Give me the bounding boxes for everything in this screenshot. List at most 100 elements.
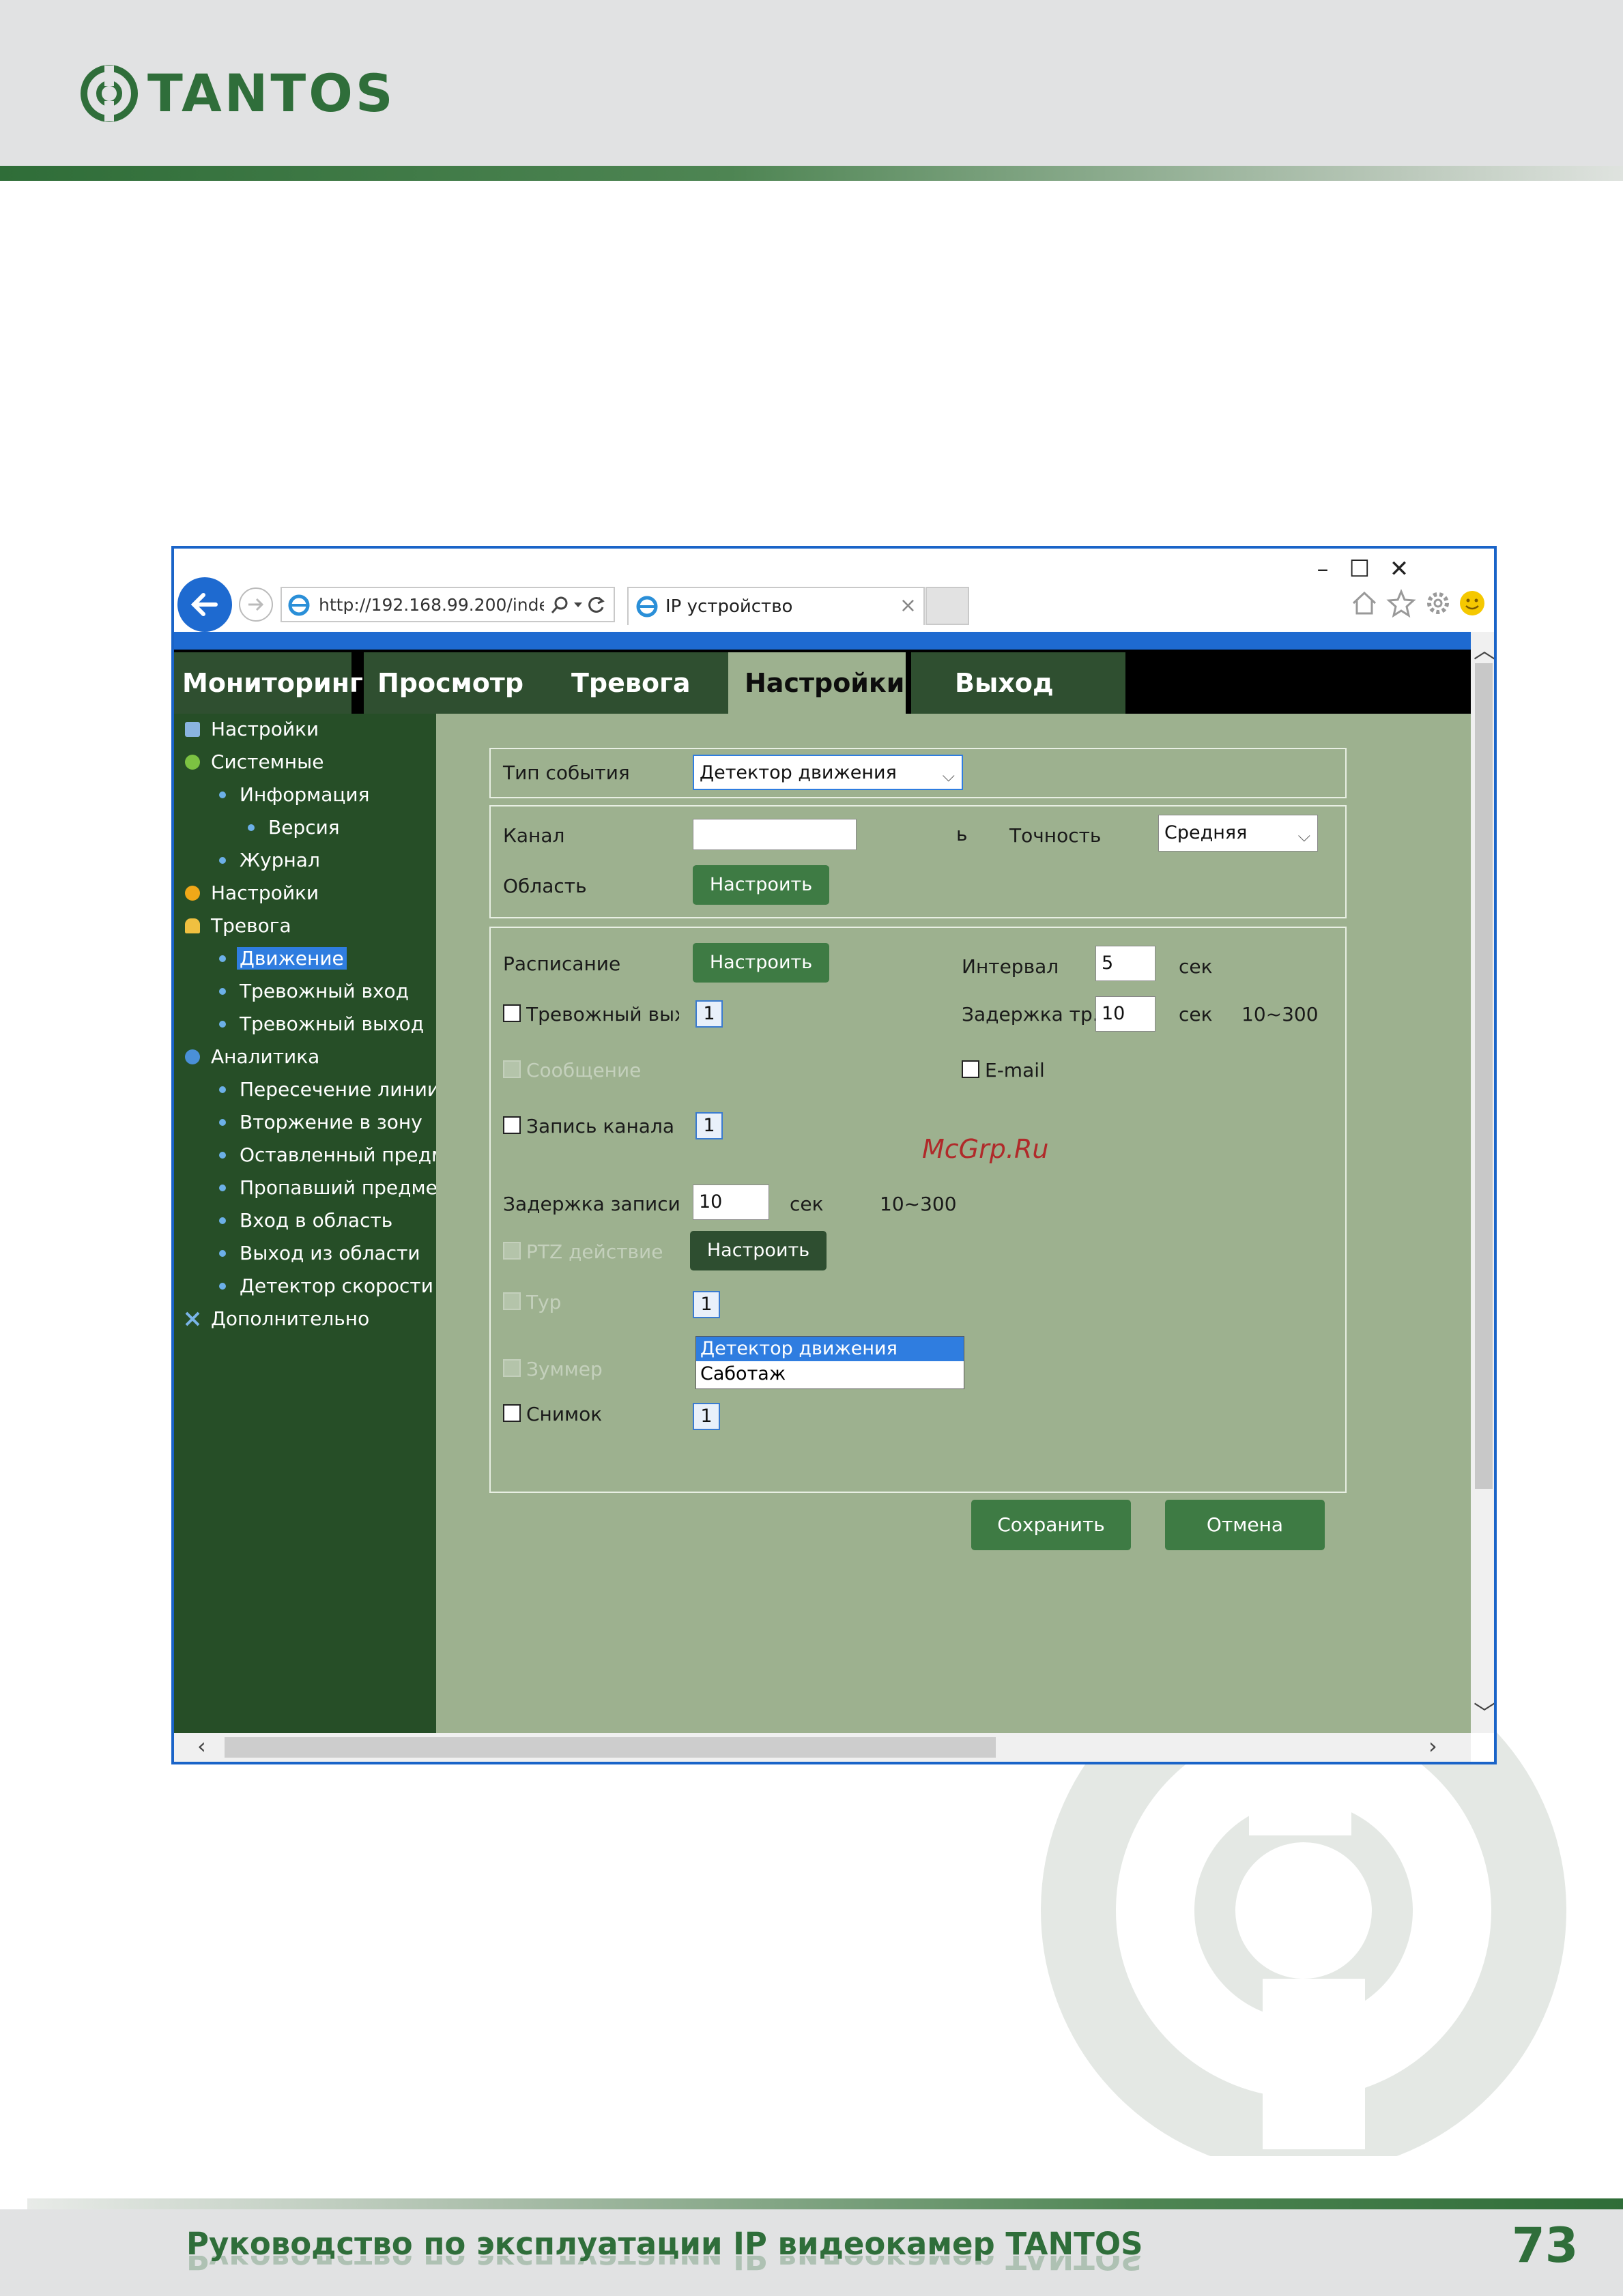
tour-label: Тур — [526, 1291, 562, 1313]
tab-alarm[interactable]: Тревога — [543, 652, 735, 714]
browser-tab[interactable]: IP устройство × — [627, 587, 925, 625]
record-channel-selector[interactable]: 1 — [695, 1112, 723, 1139]
dropdown-arrow-icon[interactable] — [573, 600, 584, 610]
brand-name: TANTOS — [147, 63, 396, 123]
sidebar-item-left-object[interactable]: Оставленный предме — [240, 1144, 436, 1166]
address-bar[interactable]: http://192.168.99.200/index.l — [281, 587, 615, 622]
tour-checkbox[interactable] — [503, 1292, 521, 1310]
event-type-select[interactable]: Детектор движения ⌵ — [693, 755, 963, 790]
gear-icon — [185, 886, 200, 901]
settings-page-icon — [185, 722, 200, 737]
record-delay-input[interactable]: 10 — [693, 1185, 769, 1220]
tab-settings[interactable]: Настройки — [728, 652, 906, 714]
cancel-button[interactable]: Отмена — [1165, 1500, 1325, 1550]
record-channel-checkbox[interactable] — [503, 1116, 521, 1134]
snapshot-selector[interactable]: 1 — [693, 1403, 720, 1430]
minimize-button[interactable]: – — [1306, 555, 1340, 583]
hidden-label-suffix: ь — [956, 823, 968, 845]
sidebar-item-information[interactable]: Информация — [240, 783, 369, 806]
tools-icon — [185, 1311, 200, 1326]
record-delay-range: 10~300 — [880, 1193, 957, 1215]
main-nav: Мониторинг Просмотр Тревога Настройки Вы… — [174, 650, 1471, 714]
sidebar-item-motion[interactable]: Движение — [237, 947, 347, 970]
sidebar: Настройки Системные Информация Версия Жу… — [174, 714, 440, 1733]
sidebar-item-version[interactable]: Версия — [268, 816, 340, 839]
tour-selector[interactable]: 1 — [693, 1291, 720, 1318]
alarm-delay-input[interactable]: 10 — [1095, 996, 1155, 1032]
sidebar-item-config[interactable]: Настройки — [211, 882, 319, 904]
buzzer-checkbox[interactable] — [503, 1359, 521, 1377]
sidebar-item-missing-object[interactable]: Пропавший предмет — [240, 1176, 436, 1199]
sidebar-item-settings[interactable]: Настройки — [211, 718, 319, 740]
record-delay-label: Задержка записи — [503, 1193, 680, 1215]
bullet-icon — [219, 1283, 226, 1290]
snapshot-label: Снимок — [526, 1403, 603, 1425]
maximize-button[interactable]: ☐ — [1342, 555, 1377, 583]
gear-icon[interactable] — [1423, 588, 1453, 618]
alarm-delay-label: Задержка тр... — [962, 1003, 1111, 1026]
area-label: Область — [503, 875, 587, 897]
alarm-output-checkbox[interactable] — [503, 1004, 521, 1022]
bullet-icon — [219, 1217, 226, 1224]
sidebar-item-speed-detector[interactable]: Детектор скорости — [240, 1275, 433, 1297]
search-icon[interactable] — [549, 595, 570, 615]
tab-monitoring[interactable]: Мониторинг — [174, 652, 363, 714]
smiley-icon[interactable] — [1457, 588, 1487, 618]
schedule-configure-button[interactable]: Настроить — [693, 943, 829, 983]
page-number: 73 — [1512, 2218, 1579, 2273]
dropdown-option-tamper[interactable]: Саботаж — [696, 1362, 964, 1386]
sidebar-item-log[interactable]: Журнал — [240, 849, 320, 871]
ptz-checkbox[interactable] — [503, 1242, 521, 1260]
sidebar-item-alarm-output[interactable]: Тревожный выход — [240, 1013, 424, 1035]
horizontal-scroll-thumb[interactable] — [225, 1737, 996, 1758]
horizontal-scrollbar[interactable]: ‹ › — [174, 1733, 1471, 1762]
footer-title-reflection: Руководство по эксплуатации IP видеокаме… — [186, 2256, 1143, 2276]
bullet-icon — [219, 988, 226, 995]
message-checkbox[interactable] — [503, 1060, 521, 1078]
home-icon[interactable] — [1349, 588, 1379, 618]
ptz-configure-button[interactable]: Настроить — [690, 1231, 827, 1270]
record-channel-label: Запись канала — [526, 1115, 674, 1137]
vertical-scrollbar[interactable]: ︿ ﹀ — [1471, 632, 1494, 1733]
forward-button[interactable] — [239, 587, 273, 622]
alarm-output-selector[interactable]: 1 — [695, 1000, 723, 1028]
scroll-right-icon[interactable]: › — [1428, 1733, 1437, 1759]
tab-exit[interactable]: Выход — [911, 652, 1125, 714]
sidebar-item-alarm[interactable]: Тревога — [211, 914, 291, 937]
sidebar-item-advanced[interactable]: Дополнительно — [211, 1307, 369, 1330]
tab-close-button[interactable]: × — [900, 594, 917, 617]
sidebar-item-system[interactable]: Системные — [211, 751, 324, 773]
sidebar-item-area-enter[interactable]: Вход в область — [240, 1209, 392, 1232]
vertical-scroll-thumb[interactable] — [1475, 663, 1493, 1489]
sidebar-item-analytics[interactable]: Аналитика — [211, 1045, 319, 1068]
scroll-left-icon[interactable]: ‹ — [197, 1733, 206, 1759]
save-button[interactable]: Сохранить — [971, 1500, 1131, 1550]
refresh-icon[interactable] — [586, 595, 607, 615]
bullet-icon — [219, 1250, 226, 1257]
buzzer-label: Зуммер — [526, 1358, 603, 1380]
page-top-strip — [174, 632, 1471, 650]
channel-field[interactable] — [693, 819, 857, 850]
event-type-dropdown-list: Детектор движения Саботаж — [695, 1336, 964, 1389]
arrow-left-icon — [190, 593, 218, 616]
scroll-up-icon[interactable]: ︿ — [1474, 633, 1494, 665]
back-button[interactable] — [177, 577, 232, 632]
bullet-icon — [219, 1152, 226, 1159]
scroll-down-icon[interactable]: ﹀ — [1474, 1696, 1494, 1728]
sidebar-item-area-exit[interactable]: Выход из области — [240, 1242, 420, 1264]
email-checkbox[interactable] — [962, 1060, 979, 1078]
new-tab-button[interactable] — [925, 587, 969, 625]
dropdown-option-motion[interactable]: Детектор движения — [696, 1337, 964, 1361]
area-configure-button[interactable]: Настроить — [693, 865, 829, 905]
star-icon[interactable] — [1386, 588, 1416, 618]
sidebar-item-line-crossing[interactable]: Пересечение линии — [240, 1078, 440, 1101]
sidebar-item-alarm-input[interactable]: Тревожный вход — [240, 980, 409, 1002]
sidebar-item-intrusion[interactable]: Вторжение в зону — [240, 1111, 422, 1133]
snapshot-checkbox[interactable] — [503, 1404, 521, 1422]
bullet-icon — [219, 791, 226, 798]
bullet-icon — [219, 1021, 226, 1028]
accuracy-select[interactable]: Средняя ⌵ — [1158, 815, 1318, 852]
close-window-button[interactable]: ✕ — [1382, 555, 1416, 583]
tab-view[interactable]: Просмотр — [364, 652, 545, 714]
interval-input[interactable]: 5 — [1095, 946, 1155, 981]
